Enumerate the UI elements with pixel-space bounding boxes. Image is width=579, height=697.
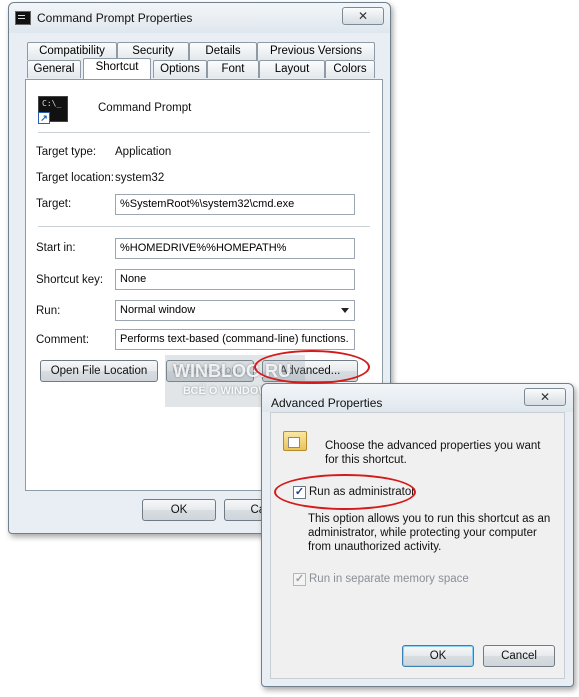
advanced-properties-body: Choose the advanced properties you want … <box>270 412 565 679</box>
target-label: Target: <box>36 198 72 210</box>
advanced-cancel-button[interactable]: Cancel <box>483 645 555 667</box>
separate-memory-label: Run in separate memory space <box>309 573 469 585</box>
open-file-location-button[interactable]: Open File Location <box>40 360 158 382</box>
target-location-value: system32 <box>115 172 165 184</box>
run-select[interactable]: Normal window <box>115 300 355 321</box>
window-title: Advanced Properties <box>271 396 383 410</box>
icon-prompt-text: C:\_ <box>42 99 62 108</box>
tab-layout[interactable]: Layout <box>259 60 325 78</box>
shortcut-arrow-icon: ↗ <box>38 112 50 124</box>
divider <box>38 226 370 227</box>
close-icon: ✕ <box>539 390 551 404</box>
close-icon: ✕ <box>357 9 369 23</box>
tab-details[interactable]: Details <box>189 42 257 60</box>
run-as-administrator-label[interactable]: Run as administrator <box>309 486 415 498</box>
comment-input[interactable]: Performs text-based (command-line) funct… <box>115 329 355 350</box>
advanced-ok-button[interactable]: OK <box>402 645 474 667</box>
advanced-prompt-text: Choose the advanced properties you want … <box>325 440 541 466</box>
tab-font[interactable]: Font <box>207 60 259 78</box>
command-prompt-app-icon <box>15 11 31 25</box>
separate-memory-checkbox: ✓ <box>293 573 306 586</box>
run-select-value: Normal window <box>120 304 196 316</box>
close-button[interactable]: ✕ <box>524 388 566 406</box>
ok-button[interactable]: OK <box>142 499 216 521</box>
divider <box>38 132 370 133</box>
tab-colors[interactable]: Colors <box>325 60 375 78</box>
run-as-administrator-checkbox[interactable]: ✓ <box>293 486 306 499</box>
title-bar[interactable]: Command Prompt Properties ✕ <box>9 3 390 33</box>
shortcut-name: Command Prompt <box>98 102 192 114</box>
start-in-input[interactable]: %HOMEDRIVE%%HOMEPATH% <box>115 238 355 259</box>
title-bar[interactable]: Advanced Properties ✕ <box>262 384 573 412</box>
close-button[interactable]: ✕ <box>342 7 384 25</box>
check-icon: ✓ <box>294 486 305 498</box>
tab-general[interactable]: General <box>27 60 81 78</box>
window-title: Command Prompt Properties <box>37 11 193 25</box>
tab-options[interactable]: Options <box>153 60 207 78</box>
watermark-logo: WINBLOG.RU <box>173 361 291 381</box>
target-location-label: Target location: <box>36 172 114 184</box>
target-type-label: Target type: <box>36 146 97 158</box>
tab-previous-versions[interactable]: Previous Versions <box>257 42 375 60</box>
target-type-value: Application <box>115 146 172 158</box>
run-as-admin-description: This option allows you to run this short… <box>308 513 551 553</box>
target-input[interactable]: %SystemRoot%\system32\cmd.exe <box>115 194 355 215</box>
shortcut-key-label: Shortcut key: <box>36 274 104 286</box>
run-label: Run: <box>36 305 61 317</box>
shortcut-key-input[interactable]: None <box>115 269 355 290</box>
comment-label: Comment: <box>36 334 90 346</box>
advanced-properties-window: Advanced Properties ✕ Choose the advance… <box>261 383 574 687</box>
start-in-label: Start in: <box>36 242 76 254</box>
check-icon: ✓ <box>294 573 305 585</box>
chevron-down-icon <box>341 308 349 313</box>
tab-shortcut[interactable]: Shortcut <box>83 58 151 79</box>
shortcut-properties-icon <box>283 431 307 451</box>
